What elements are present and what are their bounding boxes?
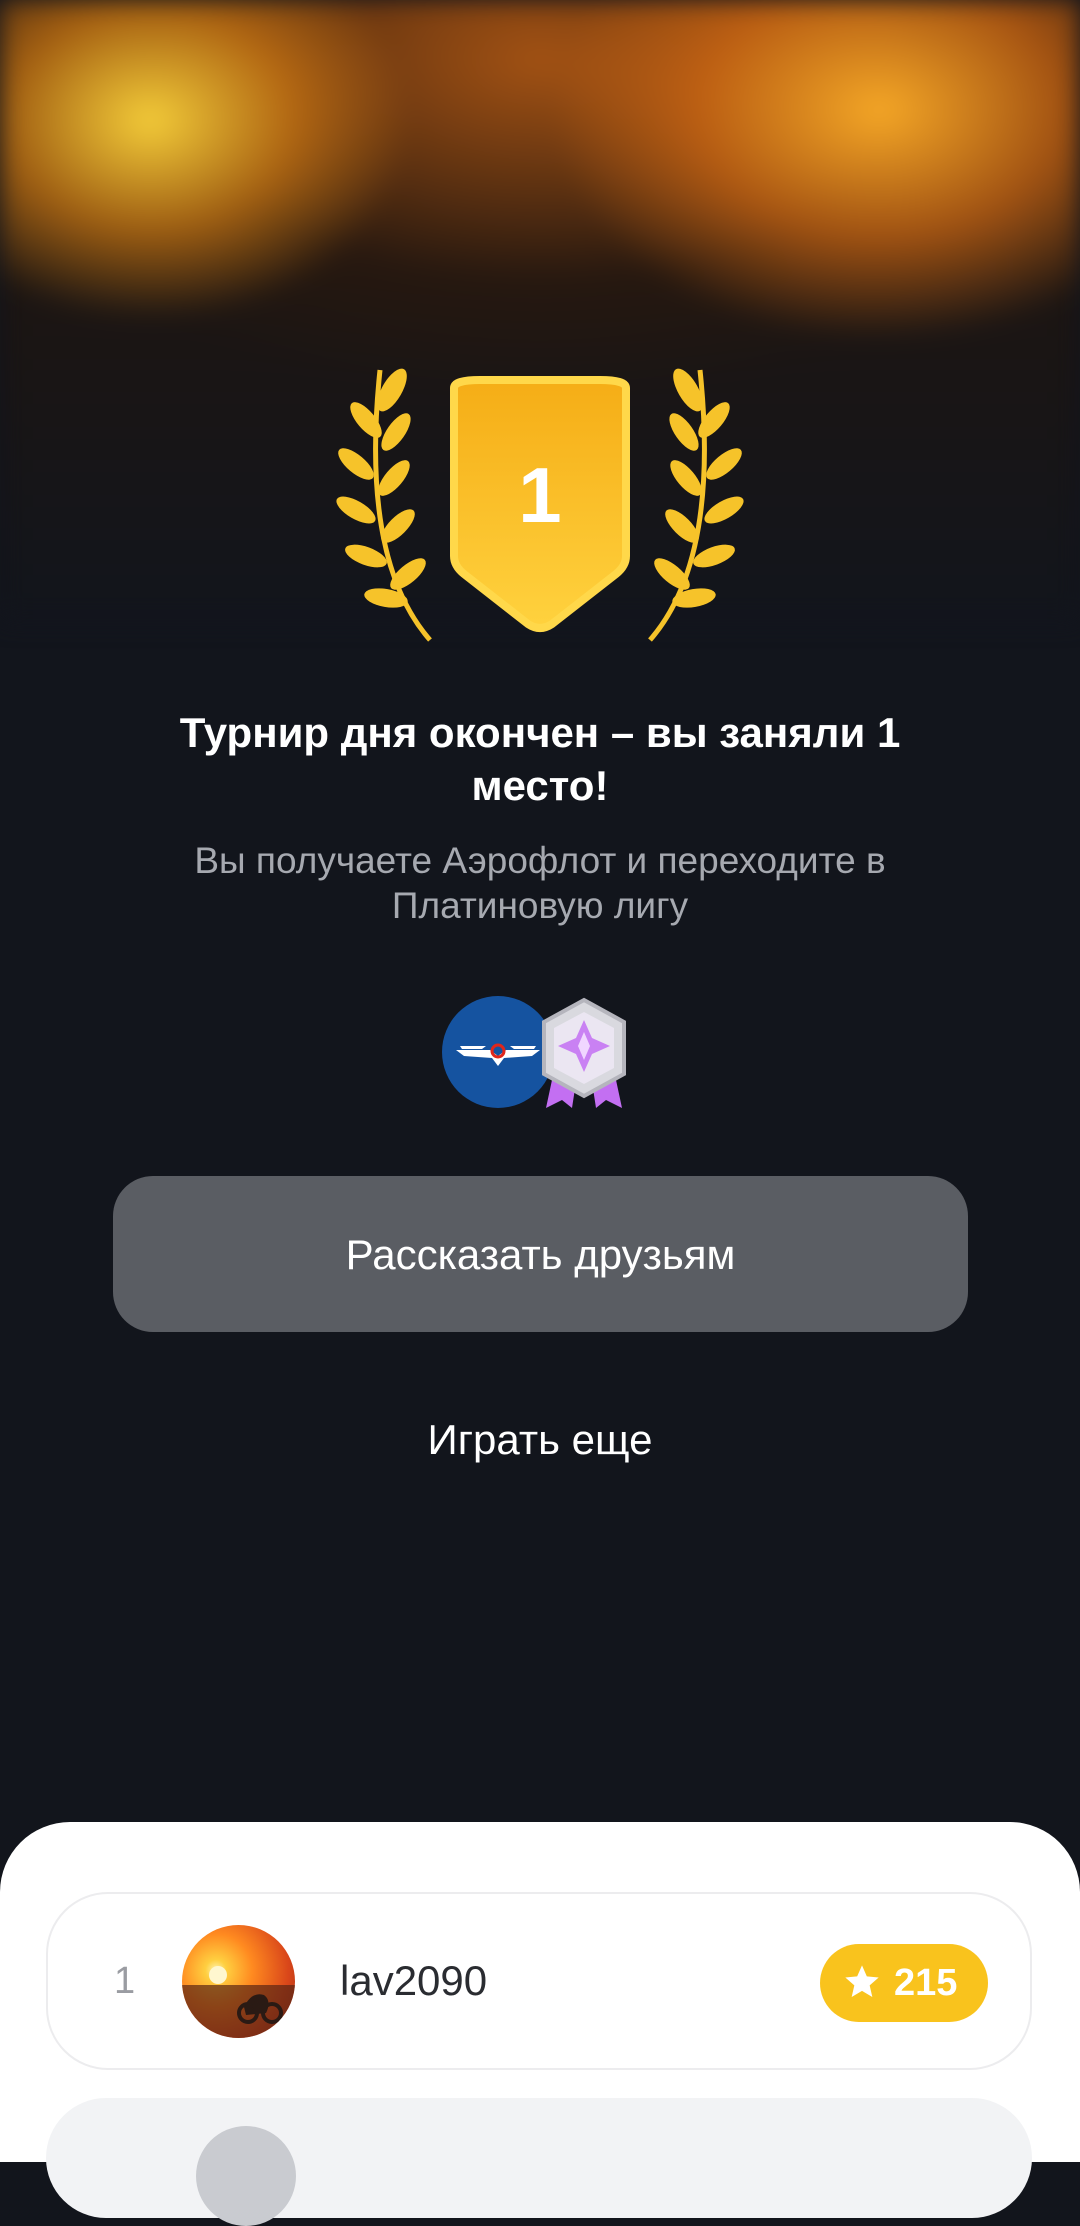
- result-title: Турнир дня окончен – вы заняли 1 место!: [179, 709, 901, 809]
- leaderboard-sheet[interactable]: 1 lav2090 215: [0, 1822, 1080, 2226]
- score-value: 215: [894, 1962, 958, 2004]
- score-badge: 215: [820, 1944, 988, 2022]
- trophy-emblem: 1: [320, 360, 760, 660]
- play-again-button[interactable]: Играть еще: [340, 1410, 740, 1470]
- place-number: 1: [518, 451, 562, 539]
- rewards-row: [440, 996, 640, 1112]
- result-subtitle: Вы получаете Аэрофлот и переходите в Пла…: [194, 840, 886, 926]
- leaderboard-row-partial[interactable]: [46, 2098, 1032, 2226]
- username: lav2090: [340, 1957, 488, 2004]
- share-with-friends-button[interactable]: Рассказать друзьям: [113, 1176, 968, 1332]
- platinum-league-badge-icon: [532, 996, 636, 1112]
- leaderboard-row[interactable]: 1 lav2090 215: [46, 1892, 1032, 2070]
- star-icon: [845, 1965, 879, 1997]
- avatar: [196, 2126, 296, 2226]
- rank-number: 1: [114, 1960, 136, 2002]
- avatar: [182, 1925, 295, 2038]
